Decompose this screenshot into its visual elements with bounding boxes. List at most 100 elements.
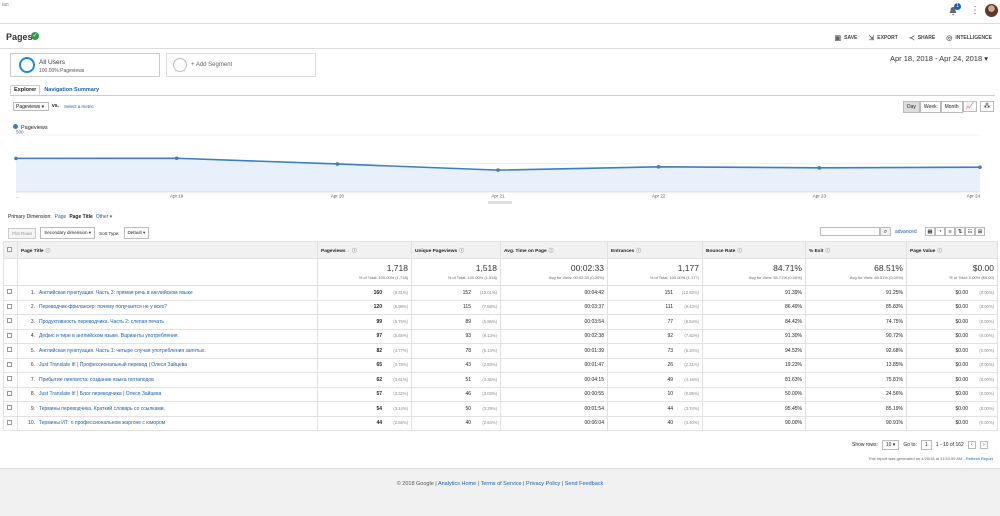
page-title-link[interactable]: Продуктивность переводчика. Часть 2: сле…: [39, 319, 164, 325]
table-row[interactable]: 3. Продуктивность переводчика. Часть 2: с…: [3, 314, 998, 330]
row-checkbox[interactable]: [3, 415, 18, 431]
intelligence-button[interactable]: ◎ INTELLIGENCE: [946, 34, 992, 42]
unique-pageviews-cell: 50 (3.29%): [411, 401, 501, 417]
plot-rows-button[interactable]: Plot Rows: [8, 227, 37, 239]
row-checkbox[interactable]: [3, 386, 18, 402]
row-checkbox[interactable]: [3, 401, 18, 417]
report-tabs: Explorer Navigation Summary: [10, 85, 103, 95]
page-title-link[interactable]: Дефис и тире в английском языке. Вариант…: [39, 333, 179, 339]
avatar[interactable]: [985, 4, 998, 17]
primary-dimension-bar: Primary Dimension: Page Page Title Other…: [8, 214, 112, 220]
column-header-unique-pageviews[interactable]: Unique Pageviews ⓘ: [411, 241, 501, 259]
granularity-day-button[interactable]: Day: [903, 101, 920, 113]
row-checkbox[interactable]: [3, 314, 18, 330]
sort-type-select[interactable]: Default ▾: [123, 227, 150, 239]
table-row[interactable]: 8. Just Translate It! | Блог переводчика …: [3, 386, 998, 402]
metric-select[interactable]: Pageviews ▾: [13, 102, 49, 111]
goto-input[interactable]: 1: [920, 440, 932, 450]
table-row[interactable]: 2. Переводчик-фрилансер: почему получаетс…: [3, 299, 998, 315]
table-row[interactable]: 1. Английская пунктуация. Часть 3: прямая…: [3, 285, 998, 301]
notifications-bell-icon[interactable]: 1: [948, 3, 961, 16]
tab-explorer[interactable]: Explorer: [10, 85, 41, 95]
page-title-link[interactable]: Переводчик-фрилансер: почему получается …: [39, 304, 167, 310]
pivot-view-icon[interactable]: ⊞: [975, 227, 985, 236]
column-header-bounce-rate[interactable]: Bounce Rate ⓘ: [702, 241, 806, 259]
export-button[interactable]: ⇲ EXPORT: [868, 34, 897, 42]
unique-pageviews-cell: 89 (5.86%): [411, 314, 501, 330]
table-search-input[interactable]: [820, 227, 880, 236]
dimension-page-link[interactable]: Page: [55, 214, 67, 220]
page-value-cell: $0.00 (0.00%): [906, 314, 998, 330]
footer-link-feedback[interactable]: Send Feedback: [565, 481, 604, 487]
term-cloud-view-icon[interactable]: ☷: [965, 227, 975, 236]
page-title-link[interactable]: Термины ИТ: о профессиональном жаргоне с…: [39, 420, 165, 426]
table-row[interactable]: 7. Прибытие лингвиста: создание языка геп…: [3, 372, 998, 388]
column-header-pageviews[interactable]: Pageviews ↓ ⓘ: [317, 241, 412, 259]
show-rows-select[interactable]: 10 ▾: [881, 440, 900, 450]
search-icon[interactable]: ⌕: [880, 227, 891, 236]
data-view-icon[interactable]: ▦: [925, 227, 935, 236]
row-checkbox[interactable]: [3, 299, 18, 315]
page-title-link[interactable]: Just Translate It! | Профессиональный пе…: [39, 362, 187, 368]
pageviews-cell: 54 (3.14%): [317, 401, 412, 417]
granularity-week-button[interactable]: Week: [919, 101, 941, 113]
motion-chart-icon[interactable]: ⁂: [980, 101, 994, 112]
share-button[interactable]: ≺ SHARE: [909, 34, 935, 42]
advanced-filter-link[interactable]: advanced: [895, 229, 917, 235]
comparison-view-icon[interactable]: ⇅: [955, 227, 965, 236]
page-title-link[interactable]: Английская пунктуация. Часть 3: прямая р…: [39, 290, 193, 296]
footer-link-terms[interactable]: Terms of Service: [481, 481, 522, 487]
avg-time-cell: 00:01:39: [500, 343, 608, 359]
date-range-picker[interactable]: Apr 18, 2018 - Apr 24, 2018 ▾: [890, 54, 988, 63]
table-row[interactable]: 10. Термины ИТ: о профессиональном жаргон…: [3, 415, 998, 431]
save-button[interactable]: ▣ SAVE: [835, 34, 858, 42]
segment-all-users[interactable]: All Users 100.00% Pageviews: [10, 53, 160, 77]
page-title-link[interactable]: Прибытие лингвиста: создание языка гепта…: [39, 377, 154, 383]
granularity-month-button[interactable]: Month: [940, 101, 963, 113]
row-checkbox[interactable]: [3, 285, 18, 301]
bounce-rate-cell: 94.52%: [702, 343, 806, 359]
data-point: [335, 162, 340, 166]
select-metric-link[interactable]: Select a metric: [64, 104, 94, 109]
tab-navigation-summary[interactable]: Navigation Summary: [40, 85, 103, 95]
table-row[interactable]: 4. Дефис и тире в английском языке. Вариа…: [3, 328, 998, 344]
add-segment-button[interactable]: + Add Segment: [166, 53, 316, 77]
next-page-icon[interactable]: ›: [979, 441, 988, 449]
select-all-checkbox[interactable]: [3, 241, 18, 259]
column-header-avg-time-on-page[interactable]: Avg. Time on Page ⓘ: [500, 241, 608, 259]
line-chart-icon[interactable]: 📈: [963, 101, 977, 112]
row-checkbox[interactable]: [3, 328, 18, 344]
row-checkbox[interactable]: [3, 357, 18, 373]
legend-dot: [13, 124, 18, 129]
export-icon: ⇲: [868, 35, 875, 42]
top-bar: ian 1 ⋮: [0, 0, 1000, 24]
column-header-entrances[interactable]: Entrances ⓘ: [607, 241, 703, 259]
performance-view-icon[interactable]: ≡: [945, 227, 955, 236]
percentage-view-icon[interactable]: ◔: [935, 227, 945, 236]
row-checkbox[interactable]: [3, 372, 18, 388]
page-title-link[interactable]: Термины переводчика. Краткий словарь со …: [39, 406, 165, 412]
pageviews-cell: 65 (3.78%): [317, 357, 412, 373]
table-row[interactable]: 9. Термины переводчика. Краткий словарь с…: [3, 401, 998, 417]
page-title-link[interactable]: Английская пунктуация. Часть 1: четыре с…: [39, 348, 206, 354]
footer-link-analytics-home[interactable]: Analytics Home: [438, 481, 476, 487]
column-header-page-value[interactable]: Page Value ⓘ: [906, 241, 998, 259]
secondary-dimension-select[interactable]: Secondary dimension ▾: [40, 227, 96, 239]
refresh-report-link[interactable]: Refresh Report: [966, 456, 993, 461]
footer-link-privacy[interactable]: Privacy Policy: [526, 481, 560, 487]
more-vert-icon[interactable]: ⋮: [970, 5, 980, 16]
table-row[interactable]: 6. Just Translate It! | Профессиональный …: [3, 357, 998, 373]
page-title-link[interactable]: Just Translate It! | Блог переводчика | …: [39, 391, 161, 397]
dimension-other-link[interactable]: Other ▾: [96, 214, 112, 220]
column-header-exit[interactable]: % Exit ⓘ: [805, 241, 907, 259]
prev-page-icon[interactable]: ‹: [967, 441, 976, 449]
data-table: Page Title ⓘ Pageviews ↓ ⓘ Unique Pageviews…: [3, 241, 998, 431]
data-point: [817, 166, 822, 170]
dimension-page-title[interactable]: Page Title: [69, 214, 93, 220]
unique-pageviews-cell: 93 (6.13%): [411, 328, 501, 344]
exit-cell: 13.85%: [805, 357, 907, 373]
column-header-page-title[interactable]: Page Title ⓘ: [17, 241, 318, 259]
table-row[interactable]: 5. Английская пунктуация. Часть 1: четыре…: [3, 343, 998, 359]
chart-type-toggle: 📈 ⁂: [963, 101, 994, 112]
row-checkbox[interactable]: [3, 343, 18, 359]
